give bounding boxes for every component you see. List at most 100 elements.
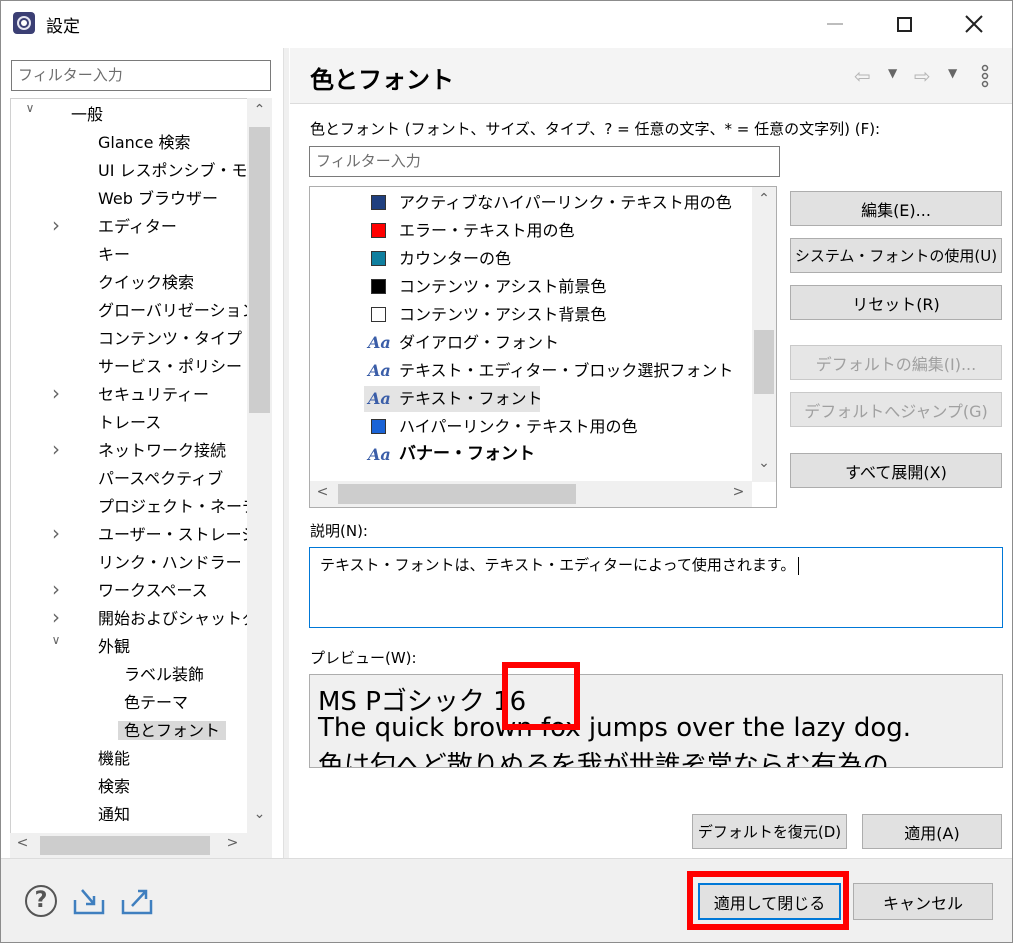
chevron-right-icon[interactable]: › [49, 381, 63, 409]
tree-item[interactable]: サービス・ポリシー [98, 353, 242, 381]
edit-default-button[interactable]: デフォルトの編集(I)... [790, 345, 1002, 380]
tree-item[interactable]: 開始およびシャットダウン [98, 605, 271, 633]
tree-item-label: クイック検索 [98, 273, 195, 292]
goto-default-button[interactable]: デフォルトへジャンプ(G) [790, 392, 1002, 427]
tree-item[interactable]: グローバリゼーション [98, 297, 258, 325]
help-icon[interactable]: ? [25, 885, 57, 917]
chevron-down-icon[interactable]: ∨ [23, 101, 37, 129]
chevron-right-icon[interactable]: › [49, 577, 63, 605]
panel-divider[interactable] [283, 48, 289, 858]
tree-item[interactable]: セキュリティー [98, 381, 209, 409]
tree-item[interactable]: クイック検索 [98, 269, 194, 297]
preference-tree: ∨ 一般 Glance 検索 UI レスポンシブ・モニター Web ブラウザー › エディタ… [10, 98, 272, 858]
list-item[interactable]: カウンターの色 [399, 245, 511, 272]
more-vertical-icon [981, 64, 989, 88]
tree-item-label: サービス・ポリシー [98, 357, 243, 376]
list-item[interactable]: アクティブなハイパーリンク・テキスト用の色 [399, 189, 732, 216]
font-icon: Aa [368, 445, 391, 464]
apply-and-close-button[interactable]: 適用して閉じる [698, 883, 841, 920]
tree-item[interactable]: Web ブラウザー [98, 185, 218, 213]
chevron-down-icon[interactable]: ∨ [49, 633, 63, 661]
tree-item[interactable]: エディター [98, 213, 177, 241]
minimize-button[interactable] [812, 0, 858, 48]
tree-item[interactable]: パースペクティブ [98, 465, 223, 493]
tree-item[interactable]: トレース [98, 409, 161, 437]
tree-item[interactable]: プロジェクト・ネーチャー [98, 493, 271, 521]
left-filter-input[interactable]: フィルター入力 [11, 60, 271, 91]
tree-item[interactable]: UI レスポンシブ・モニター [98, 157, 271, 185]
apply-button[interactable]: 適用(A) [862, 814, 1002, 849]
color-swatch-icon [371, 195, 386, 210]
list-item[interactable]: バナー・フォント [399, 441, 535, 468]
tree-item[interactable]: ユーザー・ストレージ・サー [98, 521, 271, 549]
maximize-button[interactable] [881, 0, 927, 48]
tree-item[interactable]: 一般 [71, 101, 103, 129]
chevron-right-icon[interactable]: › [49, 437, 63, 465]
close-button[interactable] [951, 0, 997, 48]
font-icon: Aa [368, 389, 391, 408]
tree-item[interactable]: キー [98, 241, 130, 269]
tree-item-label: 一般 [71, 105, 104, 124]
tree-item[interactable]: 外観 [98, 633, 130, 661]
tree-item[interactable]: ラベル装飾 [124, 661, 204, 689]
tree-item[interactable]: 色テーマ [124, 689, 188, 717]
list-item[interactable]: テキスト・フォント [399, 385, 543, 412]
tree-item[interactable]: 色とフォント [118, 717, 227, 745]
chevron-right-icon[interactable]: › [49, 605, 63, 633]
tree-vertical-scrollbar[interactable]: ⌃ ⌄ [247, 98, 272, 833]
color-swatch-icon [371, 307, 386, 322]
list-vertical-scrollbar[interactable]: ⌃ ⌄ [752, 187, 776, 482]
colors-fonts-label: 色とフォント (フォント、サイズ、タイプ、? = 任意の文字、* = 任意の文字… [310, 120, 881, 138]
list-horizontal-scrollbar[interactable]: < > [310, 481, 752, 507]
tree-item-label: キー [98, 245, 131, 264]
font-icon: Aa [368, 333, 391, 352]
cancel-button[interactable]: キャンセル [853, 883, 993, 920]
scroll-up-icon[interactable]: ⌃ [247, 102, 272, 118]
list-item[interactable]: テキスト・エディター・ブロック選択フォント [399, 357, 733, 384]
scroll-right-icon[interactable]: > [220, 835, 245, 851]
edit-button[interactable]: 編集(E)... [790, 191, 1002, 226]
tree-item[interactable]: 検索 [98, 773, 130, 801]
use-system-font-button[interactable]: システム・フォントの使用(U) [790, 238, 1002, 273]
expand-all-button[interactable]: すべて展開(X) [790, 453, 1002, 488]
scroll-down-icon[interactable]: ⌄ [247, 806, 272, 822]
list-item[interactable]: ダイアログ・フォント [399, 329, 559, 356]
view-menu-button[interactable] [978, 64, 992, 88]
tree-item[interactable]: ワークスペース [98, 577, 208, 605]
list-item[interactable]: コンテンツ・アシスト前景色 [399, 273, 606, 300]
chevron-right-icon[interactable]: › [49, 521, 63, 549]
scroll-right-icon[interactable]: > [726, 484, 751, 500]
color-swatch-icon [371, 223, 386, 238]
tree-item-label: リンク・ハンドラー [98, 553, 242, 572]
tree-item[interactable]: コンテンツ・タイプ [98, 325, 242, 353]
chevron-down-icon: ▼ [888, 66, 898, 80]
export-icon[interactable] [120, 886, 156, 916]
tree-item[interactable]: 通知 [98, 801, 130, 829]
scroll-thumb[interactable] [338, 484, 576, 504]
list-item[interactable]: コンテンツ・アシスト背景色 [399, 301, 606, 328]
scroll-thumb[interactable] [249, 127, 270, 413]
right-filter-input[interactable]: フィルター入力 [309, 146, 780, 177]
scroll-down-icon[interactable]: ⌄ [752, 455, 776, 471]
tree-horizontal-scrollbar[interactable]: < > [10, 833, 272, 858]
preview-sample-jp: 色は匂へど散りぬるを我が世誰ぞ常ならむ有為の [318, 751, 889, 768]
tree-item-label: ワークスペース [98, 581, 208, 600]
tree-item[interactable]: リンク・ハンドラー [98, 549, 242, 577]
scroll-up-icon[interactable]: ⌃ [752, 191, 776, 207]
scroll-thumb[interactable] [40, 836, 210, 855]
description-field[interactable]: テキスト・フォントは、テキスト・エディターによって使用されます。 [309, 547, 1003, 628]
reset-button[interactable]: リセット(R) [790, 285, 1002, 320]
list-item[interactable]: エラー・テキスト用の色 [399, 217, 575, 244]
list-item[interactable]: ハイパーリンク・テキスト用の色 [399, 413, 638, 440]
restore-default-button[interactable]: デフォルトを復元(D) [692, 814, 847, 849]
chevron-right-icon[interactable]: › [49, 213, 63, 241]
tree-item[interactable]: Glance 検索 [98, 129, 191, 157]
tree-item[interactable]: 機能 [98, 745, 130, 773]
tree-item[interactable]: ネットワーク接続 [98, 437, 226, 465]
tree-item-label: UI レスポンシブ・モニター [98, 161, 271, 180]
scroll-left-icon[interactable]: < [10, 835, 35, 851]
scroll-thumb[interactable] [754, 330, 774, 394]
description-text: テキスト・フォントは、テキスト・エディターによって使用されます。 [320, 556, 796, 574]
import-icon[interactable] [72, 886, 108, 916]
scroll-left-icon[interactable]: < [310, 484, 335, 500]
